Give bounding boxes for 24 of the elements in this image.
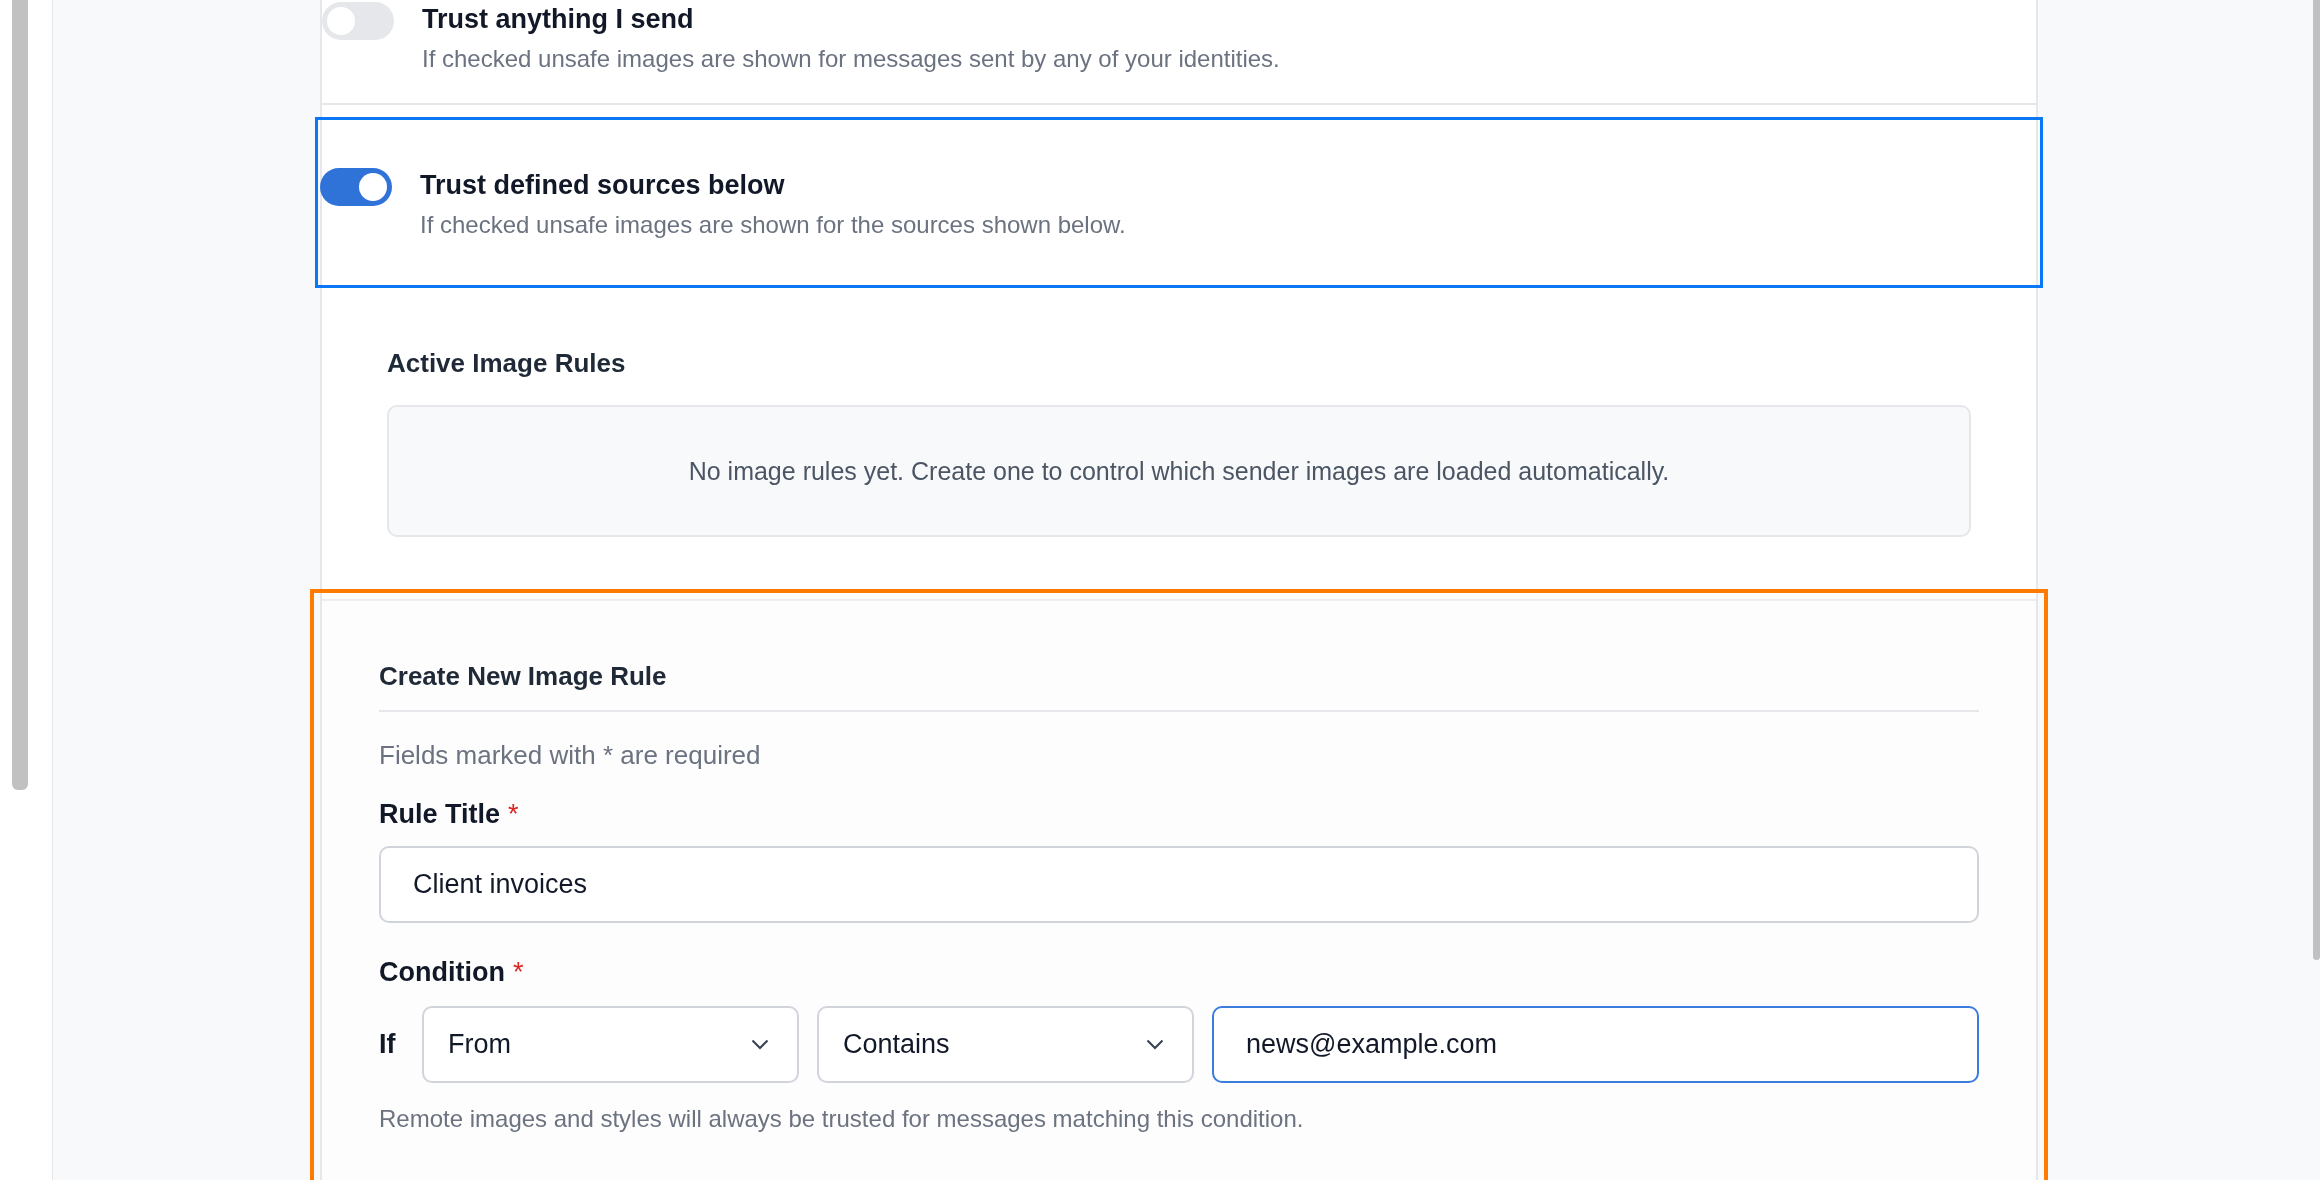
operator-dropdown[interactable]: Contains [817,1006,1194,1083]
chevron-down-icon [751,1039,769,1050]
form-heading: Create New Image Rule [379,661,667,692]
field-hint: Remote images and styles will always be trusted for messages matching this condition. [379,1105,1304,1133]
section-heading: Active Image Rules [387,348,626,379]
field-label: Condition [379,957,505,988]
rule-title-field[interactable]: Client invoices [379,846,1979,923]
chevron-down-icon [1146,1039,1164,1050]
required-note: Fields marked with * are required [379,740,761,771]
scrollbar-thumb[interactable] [2313,0,2320,960]
required-mark: * [508,799,519,830]
setting-description: If checked unsafe images are shown for messages sent by any of your identities. [422,45,1280,73]
setting-description: If checked unsafe images are shown for the sources shown below. [420,211,1126,239]
condition-prefix: If [379,1029,397,1060]
subject-dropdown[interactable]: From [422,1006,799,1083]
setting-title: Trust defined sources below [420,170,786,201]
field-label: Rule Title [379,799,501,830]
setting-title: Trust anything I send [422,4,695,35]
toggle-switch[interactable] [322,2,394,40]
condition-value-field[interactable]: news@example.com [1212,1006,1979,1083]
empty-state: No image rules yet. Create one to control which sender images are loaded automatically. [387,405,1971,537]
toggle-switch[interactable] [320,168,392,206]
scrollbar-thumb[interactable] [12,0,28,790]
required-mark: * [512,957,524,988]
